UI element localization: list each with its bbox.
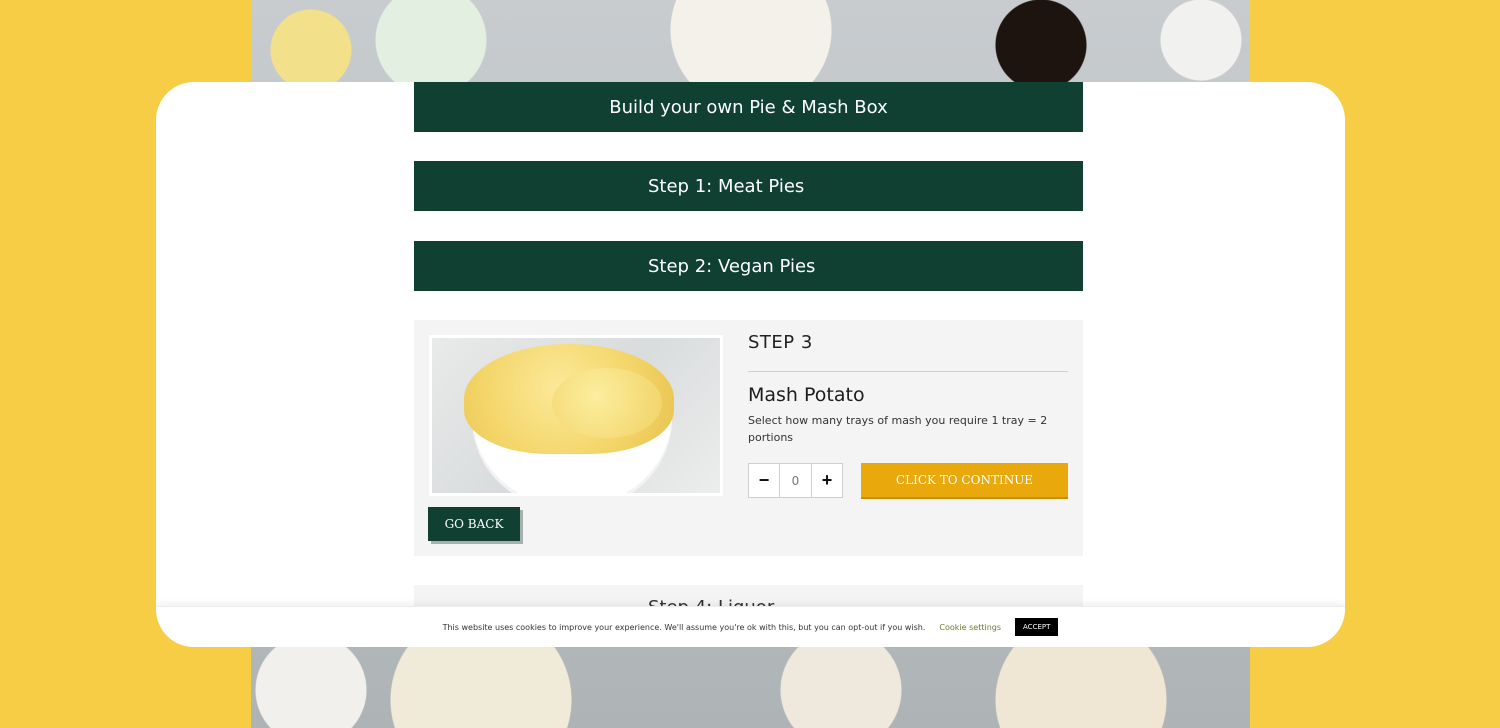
increment-button[interactable]: + (812, 464, 842, 497)
go-back-button[interactable]: GO BACK (428, 507, 520, 541)
step3-panel: GO BACK STEP 3 Mash Potato Select how ma… (414, 320, 1083, 556)
accept-cookies-button[interactable]: ACCEPT (1015, 618, 1059, 636)
page-title: Build your own Pie & Mash Box (609, 96, 888, 118)
page-title-bar: Build your own Pie & Mash Box (414, 82, 1083, 132)
cookie-settings-link[interactable]: Cookie settings (939, 623, 1001, 632)
step2-label: Step 2: Vegan Pies (648, 255, 816, 277)
quantity-input[interactable] (779, 464, 812, 497)
builder-card: Build your own Pie & Mash Box Step 1: Me… (156, 82, 1345, 647)
cookie-message: This website uses cookies to improve you… (442, 622, 926, 632)
step1-label: Step 1: Meat Pies (648, 175, 805, 197)
mash-highlight-shape (552, 368, 662, 438)
product-description: Select how many trays of mash you requir… (748, 414, 1048, 444)
quantity-stepper: − + (748, 463, 843, 498)
step2-accordion[interactable]: Step 2: Vegan Pies (414, 241, 1083, 291)
divider (748, 371, 1068, 372)
mash-potato-image (429, 335, 723, 496)
continue-button[interactable]: CLICK TO CONTINUE (861, 463, 1068, 497)
step1-accordion[interactable]: Step 1: Meat Pies (414, 161, 1083, 211)
cookie-banner: This website uses cookies to improve you… (156, 606, 1345, 647)
product-name: Mash Potato (748, 384, 865, 406)
step3-label: STEP 3 (748, 332, 813, 353)
decrement-button[interactable]: − (749, 464, 779, 497)
